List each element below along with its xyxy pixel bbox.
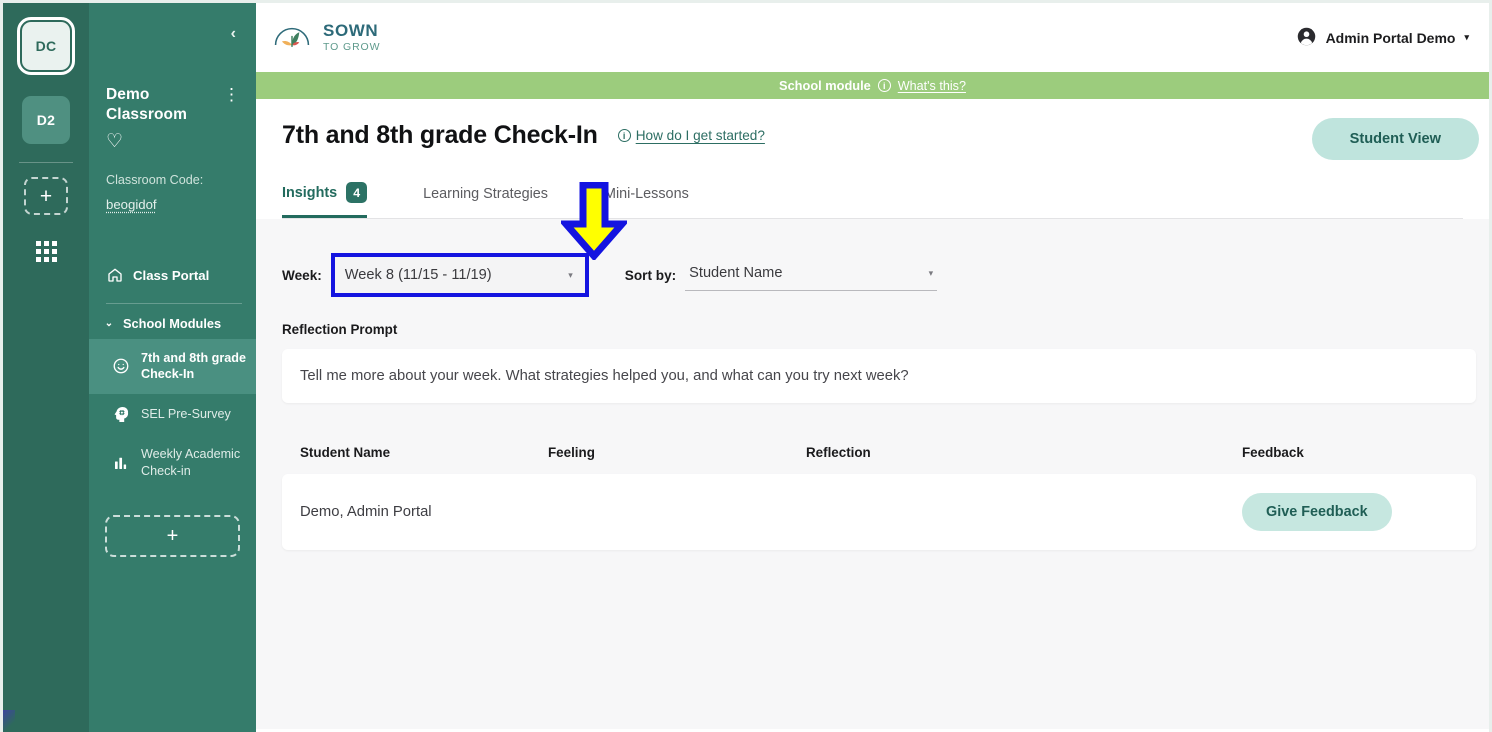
chevron-down-icon: ⌄ (104, 317, 114, 329)
sidebar-classroom-block: Demo Classroom ⋮ ♡ Classroom Code: beogi… (89, 75, 256, 212)
filter-controls: Week: Week 8 (11/15 - 11/19) ▾ Sort by: … (282, 253, 1476, 297)
kebab-menu-icon[interactable]: ⋮ (223, 85, 242, 103)
week-select[interactable]: Week 8 (11/15 - 11/19) ▾ (330, 253, 589, 297)
top-bar: SOWN TO GROW Admin Portal Demo ▾ (256, 3, 1489, 72)
plus-icon: + (166, 524, 179, 547)
tab-bar: Insights 4 Learning Strategies Mini-Less… (282, 172, 1463, 219)
column-header-feedback: Feedback (1242, 445, 1304, 460)
rail-tile-dc-label: DC (35, 38, 57, 54)
give-feedback-button[interactable]: Give Feedback (1242, 493, 1392, 531)
sidebar-item-class-portal-label: Class Portal (133, 267, 210, 283)
whats-this-link[interactable]: What's this? (898, 79, 966, 93)
students-table: Student Name Feeling Reflection Feedback… (282, 445, 1476, 550)
app-window: DC D2 + ‹ Demo Classroom ⋮ ♡ Classroom C… (0, 0, 1492, 732)
smiley-face-icon (111, 357, 131, 375)
tab-insights[interactable]: Insights 4 (282, 172, 368, 218)
sidebar-divider (106, 302, 242, 304)
cell-feedback: Give Feedback (1226, 493, 1476, 531)
classroom-name: Demo Classroom (106, 86, 188, 123)
student-view-button[interactable]: Student View (1311, 118, 1479, 160)
tab-insights-label: Insights (282, 184, 338, 201)
tab-mini-lessons-label: Mini-Lessons (603, 186, 689, 202)
add-module-button[interactable]: + (105, 515, 240, 558)
week-select-value: Week 8 (11/15 - 11/19) (344, 267, 492, 283)
info-icon: i (617, 129, 631, 142)
how-do-i-get-started[interactable]: i How do I get started? (617, 128, 765, 143)
sidebar-group-school-modules[interactable]: ⌄ School Modules (89, 308, 256, 339)
classroom-code-label: Classroom Code: (106, 172, 204, 187)
classroom-rail: DC D2 + (0, 0, 89, 732)
tab-learning-strategies[interactable]: Learning Strategies (423, 172, 548, 218)
week-label: Week: (282, 267, 322, 283)
chevron-down-icon: ▾ (1464, 32, 1469, 42)
brand-name-secondary: TO GROW (323, 40, 381, 53)
cell-student-name: Demo, Admin Portal (300, 504, 432, 520)
how-do-i-get-started-link: How do I get started? (635, 128, 765, 143)
table-header-row: Student Name Feeling Reflection Feedback (282, 445, 1476, 474)
rail-divider (19, 162, 73, 163)
table-row: Demo, Admin Portal Give Feedback (282, 474, 1476, 550)
classroom-code-value[interactable]: beogidof (106, 197, 242, 212)
info-icon: i (877, 79, 891, 92)
chevron-down-icon: ▾ (568, 269, 573, 280)
column-header-feeling: Feeling (548, 445, 595, 460)
school-module-label: School module (779, 78, 871, 93)
sidebar-item-weekly-academic-check-in[interactable]: Weekly Academic Check-in (89, 435, 256, 490)
page-title: 7th and 8th grade Check-In (282, 121, 598, 149)
bar-chart-icon (111, 454, 131, 472)
sidebar-item-weekly-academic-check-in-label: Weekly Academic Check-in (141, 446, 241, 478)
account-menu[interactable]: Admin Portal Demo ▾ (1296, 26, 1469, 50)
column-header-student-name: Student Name (300, 445, 391, 460)
add-classroom-button[interactable]: + (24, 177, 68, 215)
page-header: 7th and 8th grade Check-In i How do I ge… (256, 99, 1489, 219)
account-name: Admin Portal Demo (1325, 29, 1456, 46)
rail-tile-dc[interactable]: DC (17, 17, 75, 75)
sidebar-item-class-portal[interactable]: Class Portal (89, 258, 256, 293)
column-header-reflection: Reflection (806, 445, 871, 460)
school-module-banner: School module i What's this? (256, 72, 1489, 99)
grid-icon[interactable] (35, 241, 57, 262)
sprout-logo-icon (270, 14, 314, 61)
rail-tile-d2[interactable]: D2 (22, 96, 70, 144)
sidebar-group-label: School Modules (123, 315, 222, 331)
sidebar-collapse-button[interactable]: ‹ (89, 3, 256, 75)
favorite-heart-icon[interactable]: ♡ (106, 132, 242, 151)
brand-name-primary: SOWN (323, 21, 379, 41)
tab-mini-lessons[interactable]: Mini-Lessons (604, 172, 689, 218)
sidebar-item-sel-pre-survey[interactable]: SEL Pre-Survey (89, 394, 256, 435)
chevron-left-icon: ‹ (230, 25, 236, 42)
sidebar-item-7th-8th-grade-check-in[interactable]: 7th and 8th grade Check-In (89, 338, 256, 394)
main-area: SOWN TO GROW Admin Portal Demo ▾ School … (256, 0, 1492, 732)
plus-icon: + (39, 184, 53, 208)
reflection-prompt-text: Tell me more about your week. What strat… (282, 349, 1476, 403)
rail-tile-d2-label: D2 (36, 112, 56, 128)
rail-corner-accent (3, 710, 15, 732)
user-avatar-icon (1296, 26, 1317, 50)
sort-by-value: Student Name (689, 265, 783, 281)
insights-content: Week: Week 8 (11/15 - 11/19) ▾ Sort by: … (256, 219, 1489, 732)
sidebar-item-7th-8th-grade-check-in-label: 7th and 8th grade Check-In (141, 350, 246, 382)
sidebar-item-sel-pre-survey-label: SEL Pre-Survey (141, 407, 231, 422)
tab-insights-badge: 4 (346, 182, 368, 203)
reflection-prompt-label: Reflection Prompt (282, 322, 398, 337)
sort-by-select[interactable]: Student Name ▾ (685, 259, 938, 291)
sidebar: ‹ Demo Classroom ⋮ ♡ Classroom Code: beo… (89, 0, 256, 732)
brand-logo[interactable]: SOWN TO GROW (270, 14, 380, 61)
brain-gear-icon (111, 405, 131, 424)
tab-learning-strategies-label: Learning Strategies (423, 186, 548, 202)
sidebar-nav: Class Portal ⌄ School Modules 7th and 8t… (89, 258, 256, 558)
sort-by-label: Sort by: (624, 267, 677, 283)
home-icon (106, 267, 124, 283)
chevron-down-icon: ▾ (928, 267, 934, 278)
